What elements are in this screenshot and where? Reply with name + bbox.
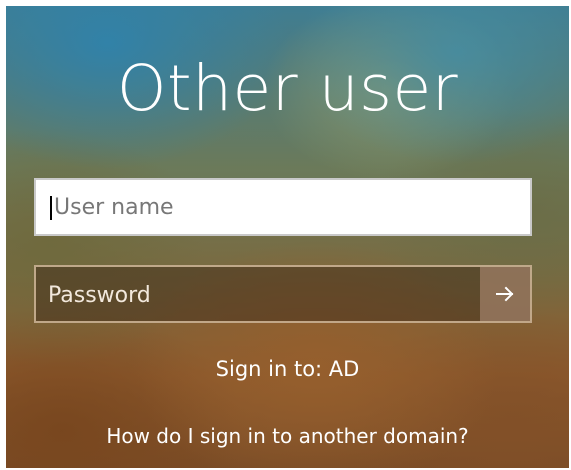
username-input[interactable] xyxy=(48,180,524,234)
password-input[interactable] xyxy=(46,267,470,323)
username-field-container[interactable] xyxy=(34,178,532,236)
login-screen: Other user Sign in to: AD How do I sign … xyxy=(6,6,569,468)
submit-button[interactable] xyxy=(480,267,530,321)
sign-in-domain-label: Sign in to: AD xyxy=(215,357,360,381)
page-title: Other user xyxy=(116,52,459,125)
password-field-container[interactable] xyxy=(34,265,532,323)
text-caret xyxy=(50,196,52,220)
another-domain-help-link[interactable]: How do I sign in to another domain? xyxy=(6,424,569,448)
arrow-right-icon xyxy=(496,286,514,302)
